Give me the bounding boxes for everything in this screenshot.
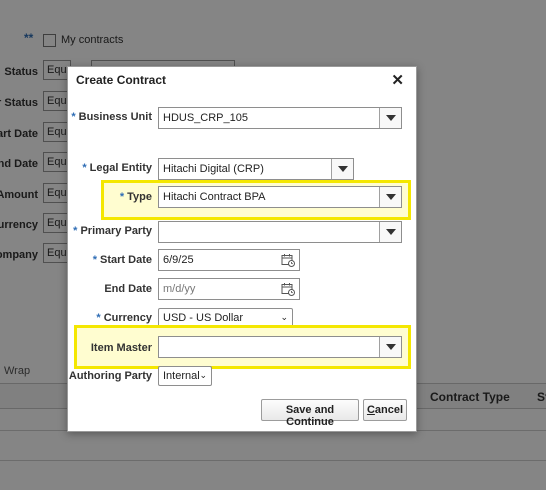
chevron-down-icon	[386, 194, 396, 200]
dialog-title: Create Contract	[76, 73, 167, 87]
item-master-label-text: Item Master	[90, 342, 152, 354]
authoring-party-label: Authoring Party	[69, 370, 152, 382]
end-date-input[interactable]: m/d/yy	[158, 278, 300, 300]
chevron-down-icon	[338, 166, 348, 172]
cancel-label-rest: ancel	[374, 404, 404, 416]
required-marker: *	[96, 312, 101, 324]
chevron-down-icon: ⌄	[280, 312, 288, 322]
legal-entity-value: Hitachi Digital (CRP)	[163, 163, 264, 175]
cancel-button[interactable]: Cancel	[363, 399, 407, 421]
calendar-icon[interactable]	[281, 282, 295, 296]
authoring-party-label-text: Authoring Party	[68, 370, 152, 382]
chevron-down-icon	[386, 229, 396, 235]
type-combo[interactable]: Hitachi Contract BPA	[158, 186, 402, 208]
start-date-input[interactable]: 6/9/25	[158, 249, 300, 271]
cancel-accesskey: C	[366, 404, 375, 416]
legal-entity-dropdown-button[interactable]	[331, 159, 353, 179]
primary-party-combo[interactable]	[158, 221, 402, 243]
chevron-down-icon: ⌄	[199, 370, 207, 380]
item-master-combo[interactable]	[158, 336, 402, 358]
close-icon[interactable]: ✕	[391, 71, 404, 89]
end-date-placeholder: m/d/yy	[163, 283, 196, 295]
required-marker: *	[82, 162, 87, 174]
currency-label: * Currency	[96, 312, 152, 324]
business-unit-value: HDUS_CRP_105	[163, 112, 248, 124]
end-date-label-text: End Date	[104, 283, 152, 295]
authoring-party-value: Internal	[163, 370, 200, 382]
primary-party-label-text: Primary Party	[80, 225, 152, 237]
currency-value: USD - US Dollar	[163, 312, 244, 324]
legal-entity-combo[interactable]: Hitachi Digital (CRP)	[158, 158, 354, 180]
create-contract-dialog: Create Contract ✕ * Business Unit HDUS_CR…	[67, 66, 417, 432]
primary-party-dropdown-button[interactable]	[379, 222, 401, 242]
start-date-value: 6/9/25	[163, 254, 194, 266]
type-label-text: Type	[127, 191, 152, 203]
chevron-down-icon	[386, 115, 396, 121]
primary-party-label: * Primary Party	[73, 225, 152, 237]
item-master-label: Item Master	[91, 342, 152, 354]
currency-label-text: Currency	[103, 312, 152, 324]
calendar-icon[interactable]	[281, 253, 295, 267]
legal-entity-label: * Legal Entity	[82, 162, 152, 174]
type-dropdown-button[interactable]	[379, 187, 401, 207]
authoring-party-select[interactable]: Internal ⌄	[158, 366, 212, 386]
required-marker: *	[92, 254, 98, 266]
start-date-label: * Start Date	[93, 254, 152, 266]
end-date-label: End Date	[104, 283, 152, 295]
business-unit-combo[interactable]: HDUS_CRP_105	[158, 107, 402, 129]
business-unit-label-text: Business Unit	[78, 111, 152, 123]
business-unit-dropdown-button[interactable]	[379, 108, 401, 128]
business-unit-label: * Business Unit	[71, 111, 152, 123]
type-value: Hitachi Contract BPA	[163, 191, 266, 203]
legal-entity-label-text: Legal Entity	[89, 162, 152, 174]
start-date-label-text: Start Date	[100, 254, 152, 266]
save-and-continue-button[interactable]: Save and Continue	[261, 399, 359, 428]
item-master-dropdown-button[interactable]	[379, 337, 401, 357]
chevron-down-icon	[386, 344, 396, 350]
required-marker: *	[73, 225, 78, 237]
required-marker: *	[71, 111, 76, 123]
type-label: * Type	[120, 191, 152, 203]
required-marker: *	[119, 191, 125, 203]
